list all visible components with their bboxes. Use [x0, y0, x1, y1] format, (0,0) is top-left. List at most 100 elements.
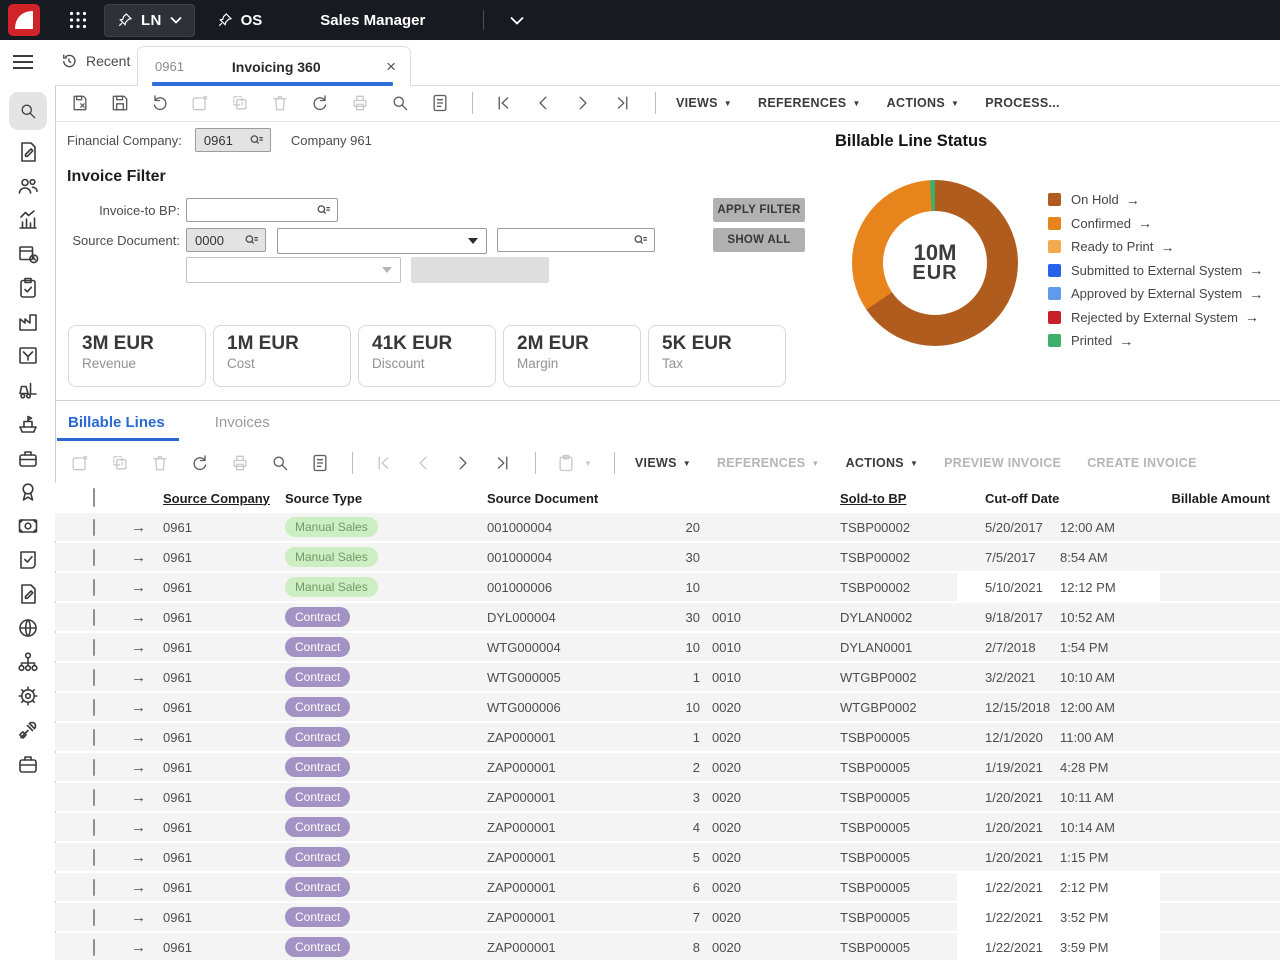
sidebar-item-toolbox[interactable] [16, 446, 40, 470]
row-checkbox[interactable] [93, 759, 95, 776]
lookup-icon[interactable] [248, 132, 265, 149]
table-row[interactable]: →0961ContractZAP00000160020TSBP000051/22… [55, 873, 1280, 901]
sidebar-item-customers[interactable] [16, 174, 40, 198]
legend-item[interactable]: Rejected by External System→ [1048, 306, 1263, 330]
find-lines-icon[interactable] [270, 453, 290, 473]
sidebar-item-sales-analysis[interactable] [16, 208, 40, 232]
sidebar-item-projects-case[interactable] [16, 752, 40, 776]
kpi-card-margin[interactable]: 2M EURMargin [503, 325, 641, 387]
financial-company-input[interactable]: 0961 [195, 128, 271, 152]
row-checkbox[interactable] [93, 849, 95, 866]
col-source-type[interactable]: Source Type [285, 491, 487, 506]
apply-filter-button[interactable]: APPLY FILTER [713, 198, 805, 222]
lines-views-menu[interactable]: VIEWS▼ [635, 456, 691, 470]
tab-invoicing-360[interactable]: 0961 Invoicing 360 × [137, 46, 411, 86]
lookup-icon[interactable] [243, 232, 260, 249]
show-all-button[interactable]: SHOW ALL [713, 228, 805, 252]
row-drilldown-arrow-icon[interactable]: → [131, 759, 146, 776]
col-source-document[interactable]: Source Document [487, 491, 647, 506]
create-invoice-button[interactable]: CREATE INVOICE [1087, 456, 1197, 470]
row-checkbox[interactable] [93, 729, 95, 746]
previous-record-icon[interactable] [533, 93, 553, 113]
legend-item[interactable]: Approved by External System→ [1048, 282, 1263, 306]
row-drilldown-arrow-icon[interactable]: → [131, 849, 146, 866]
legend-arrow-icon[interactable]: → [1119, 333, 1133, 349]
sidebar-item-shipping[interactable] [16, 412, 40, 436]
first-record-icon[interactable] [493, 93, 513, 113]
save-and-close-icon[interactable] [70, 93, 90, 113]
billable-line-status-donut[interactable]: 10M EUR [852, 180, 1018, 346]
sidebar-item-globe[interactable] [16, 616, 40, 640]
legend-item[interactable]: Ready to Print→ [1048, 235, 1263, 259]
notes-lines-icon[interactable] [310, 453, 330, 473]
row-drilldown-arrow-icon[interactable]: → [131, 699, 146, 716]
kpi-card-cost[interactable]: 1M EURCost [213, 325, 351, 387]
actions-menu[interactable]: ACTIONS▼ [887, 96, 960, 110]
lines-references-menu[interactable]: REFERENCES▼ [717, 456, 820, 470]
table-row[interactable]: →0961Manual Sales00100000610TSBP000025/1… [55, 573, 1280, 601]
sidebar-item-quality-award[interactable] [16, 480, 40, 504]
sidebar-item-approval-check[interactable] [16, 548, 40, 572]
tab-close-icon[interactable]: × [386, 58, 396, 75]
lookup-icon[interactable] [632, 232, 649, 249]
legend-arrow-icon[interactable]: → [1245, 309, 1259, 325]
kpi-card-tax[interactable]: 5K EURTax [648, 325, 786, 387]
row-drilldown-arrow-icon[interactable]: → [131, 729, 146, 746]
source-document-input[interactable] [497, 228, 655, 252]
row-drilldown-arrow-icon[interactable]: → [131, 819, 146, 836]
last-record-icon[interactable] [613, 93, 633, 113]
row-checkbox[interactable] [93, 609, 95, 626]
notes-icon[interactable] [430, 93, 450, 113]
row-checkbox[interactable] [93, 699, 95, 716]
select-all-checkbox[interactable] [93, 488, 95, 507]
table-row[interactable]: →0961ContractZAP00000180020TSBP000051/22… [55, 933, 1280, 960]
row-checkbox[interactable] [93, 549, 95, 566]
sidebar-item-package-clock[interactable] [16, 242, 40, 266]
legend-item[interactable]: On Hold→ [1048, 188, 1263, 212]
row-checkbox[interactable] [93, 909, 95, 926]
sidebar-item-filter-box[interactable] [16, 344, 40, 368]
table-row[interactable]: →0961ContractDYL000004300010DYLAN00029/1… [55, 603, 1280, 631]
legend-arrow-icon[interactable]: → [1126, 192, 1140, 208]
infor-logo[interactable] [8, 4, 40, 36]
table-row[interactable]: →0961ContractZAP00000150020TSBP000051/20… [55, 843, 1280, 871]
col-sold-to-bp[interactable]: Sold-to BP [812, 491, 957, 506]
table-row[interactable]: →0961ContractWTG000004100010DYLAN00012/7… [55, 633, 1280, 661]
revert-icon[interactable] [150, 93, 170, 113]
kpi-card-revenue[interactable]: 3M EURRevenue [68, 325, 206, 387]
product-switcher-ln[interactable]: LN [104, 4, 195, 37]
row-checkbox[interactable] [93, 669, 95, 686]
next-record-icon[interactable] [573, 93, 593, 113]
sidebar-item-finance-money[interactable] [16, 514, 40, 538]
find-icon[interactable] [390, 93, 410, 113]
row-drilldown-arrow-icon[interactable]: → [131, 639, 146, 656]
legend-item[interactable]: Submitted to External System→ [1048, 259, 1263, 283]
legend-arrow-icon[interactable]: → [1160, 239, 1174, 255]
row-checkbox[interactable] [93, 789, 95, 806]
next-line-icon[interactable] [453, 453, 473, 473]
table-row[interactable]: →0961ContractWTG000006100020WTGBP000212/… [55, 693, 1280, 721]
row-drilldown-arrow-icon[interactable]: → [131, 549, 146, 566]
row-checkbox[interactable] [93, 879, 95, 896]
last-line-icon[interactable] [493, 453, 513, 473]
row-drilldown-arrow-icon[interactable]: → [131, 609, 146, 626]
views-menu[interactable]: VIEWS▼ [676, 96, 732, 110]
table-row[interactable]: →0961ContractWTG00000510010WTGBP00023/2/… [55, 663, 1280, 691]
save-icon[interactable] [110, 93, 130, 113]
app-launcher-icon[interactable] [69, 11, 87, 29]
legend-item[interactable]: Confirmed→ [1048, 212, 1263, 236]
row-drilldown-arrow-icon[interactable]: → [131, 909, 146, 926]
kpi-card-discount[interactable]: 41K EURDiscount [358, 325, 496, 387]
tab-invoices[interactable]: Invoices [215, 414, 270, 441]
sidebar-item-search[interactable] [9, 92, 47, 130]
references-menu[interactable]: REFERENCES▼ [758, 96, 861, 110]
sidebar-item-service-tools[interactable] [16, 718, 40, 742]
row-drilldown-arrow-icon[interactable]: → [131, 939, 146, 956]
source-type-select[interactable] [277, 228, 487, 254]
table-row[interactable]: →0961ContractZAP00000140020TSBP000051/20… [55, 813, 1280, 841]
table-row[interactable]: →0961ContractZAP00000110020TSBP0000512/1… [55, 723, 1280, 751]
col-billable-amount[interactable]: Billable Amount [1160, 491, 1280, 506]
table-row[interactable]: →0961Manual Sales00100000420TSBP000025/2… [55, 513, 1280, 541]
refresh-lines-icon[interactable] [190, 453, 210, 473]
pinned-app-os[interactable]: OS [217, 12, 263, 29]
